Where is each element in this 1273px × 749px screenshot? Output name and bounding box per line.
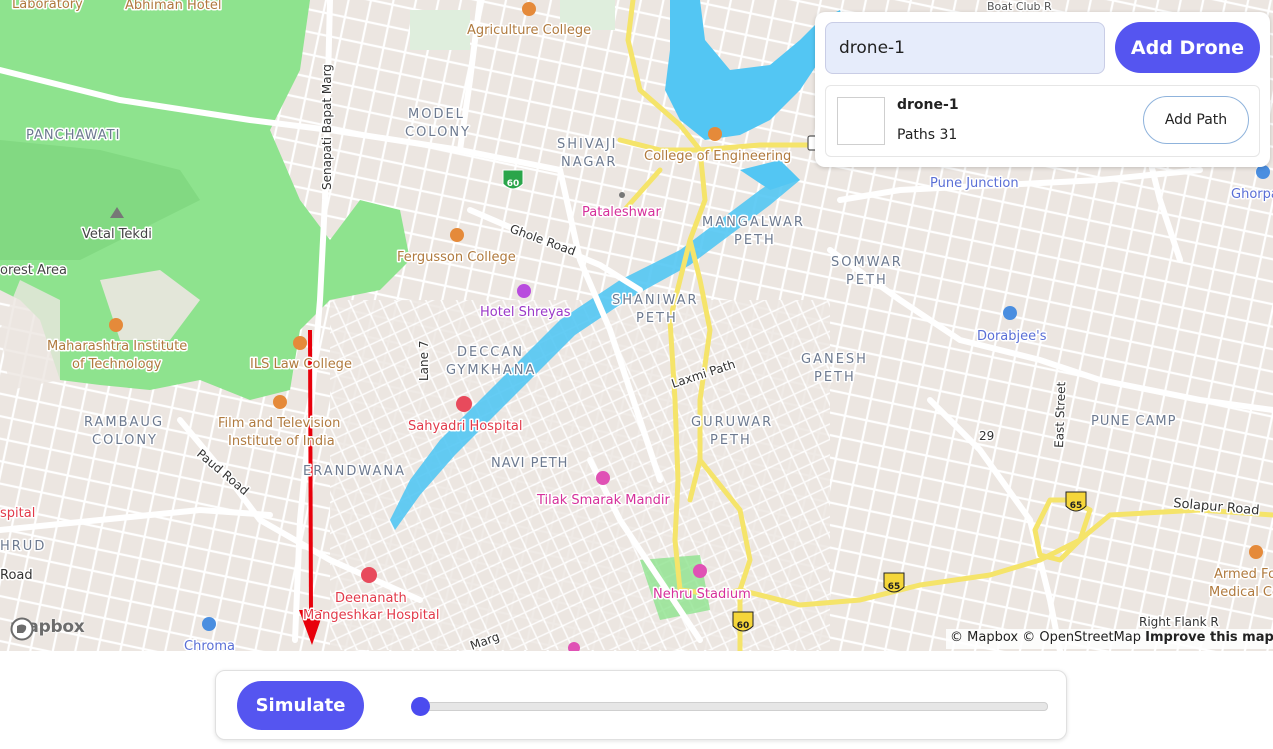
svg-text:65: 65 (888, 582, 901, 592)
map-label: MANGALWAR (702, 215, 805, 230)
map-label: Hotel Shreyas (480, 305, 571, 320)
map-label: Road (0, 568, 33, 583)
simulation-bar: Simulate (215, 670, 1067, 740)
svg-text:65: 65 (1070, 501, 1083, 511)
map-label: DECCAN (457, 345, 524, 360)
map-label: Right Flank R (1139, 615, 1219, 629)
map-label: COLONY (405, 125, 471, 140)
map-label: Fergusson College (397, 250, 516, 265)
attribution-text[interactable]: © Mapbox © OpenStreetMap (950, 630, 1141, 645)
map-attribution: © Mapbox © OpenStreetMap Improve this ma… (946, 629, 1273, 649)
map-label: spital (0, 506, 35, 521)
map-label: PETH (814, 370, 856, 385)
map-label: Tilak Smarak Mandir (536, 493, 671, 508)
improve-map-link[interactable]: Improve this map (1145, 630, 1273, 645)
map-label: Abhiman Hotel (125, 0, 221, 13)
map-label: COLONY (92, 433, 158, 448)
map-label: Lane 7 (417, 341, 431, 381)
map-label: PETH (846, 273, 888, 288)
map-label: PETH (636, 311, 678, 326)
map-label: Armed Fo (1214, 567, 1273, 582)
map-label: Sahyadri Hospital (408, 419, 523, 434)
map-label: PETH (710, 433, 752, 448)
svg-text:60: 60 (507, 179, 520, 189)
map-label: RAMBAUG (84, 415, 164, 430)
progress-slider-track[interactable] (411, 697, 1048, 716)
map-label: ERANDWANA (303, 464, 406, 479)
map-label: Vetal Tekdi (82, 227, 152, 242)
map-label: HRUD (0, 539, 46, 554)
map-label: Mangeshkar Hospital (303, 608, 439, 623)
map-label: 29 (979, 429, 994, 443)
mapbox-logo-icon (10, 617, 34, 641)
drone-panel: Add Drone drone-1 Paths 31 Add Path (815, 12, 1270, 167)
map-label: College of Engineering (644, 149, 791, 164)
map-label: NAVI PETH (491, 456, 568, 471)
map-label: SHANIWAR (612, 293, 699, 308)
map-label: Pune Junction (930, 176, 1019, 191)
map-label: Chroma (184, 639, 235, 651)
map-label: East Street (1052, 381, 1068, 448)
map-label: Medical Co (1209, 585, 1273, 600)
map-label: GYMKHANA (446, 363, 536, 378)
map-label: orest Area (0, 263, 67, 278)
map-label: PETH (734, 233, 776, 248)
drone-name: drone-1 (897, 97, 959, 113)
map-label: Film and Television (218, 416, 340, 431)
map-label: Ghorpa (1231, 187, 1273, 202)
drone-paths-count: Paths 31 (897, 127, 958, 143)
progress-slider-thumb[interactable] (411, 697, 430, 716)
map-label: Deenanath (335, 591, 407, 606)
map-label: of Technology (72, 357, 162, 372)
map-label: Nehru Stadium (653, 587, 751, 602)
map-label: NAGAR (561, 155, 617, 170)
add-path-button[interactable]: Add Path (1143, 96, 1249, 144)
map-label: Maharashtra Institute (47, 339, 187, 354)
map-label: Senapati Bapat Marg (320, 64, 334, 190)
drone-list-item[interactable]: drone-1 Paths 31 Add Path (825, 85, 1260, 157)
map-label: PUNE CAMP (1091, 414, 1176, 429)
drone-name-input[interactable] (825, 22, 1105, 74)
simulate-button[interactable]: Simulate (237, 681, 364, 730)
map-label: Pataleshwar (582, 205, 662, 220)
map-label: Dorabjee's (977, 329, 1047, 344)
map-label: Institute of India (228, 434, 335, 449)
map-label: ILS Law College (250, 357, 352, 372)
map-label: MODEL (408, 107, 465, 122)
map-label: GURUWAR (691, 415, 773, 430)
map-label: SOMWAR (831, 255, 903, 270)
map-label: GANESH (801, 352, 868, 367)
map-label: Laboratory (12, 0, 83, 12)
add-drone-button[interactable]: Add Drone (1115, 22, 1260, 73)
map-label: SHIVAJI (557, 137, 617, 152)
mapbox-logo[interactable]: mapbox (10, 617, 85, 641)
map-label: Agriculture College (467, 23, 591, 38)
map-label: PANCHAWATI (26, 128, 120, 143)
svg-text:60: 60 (737, 621, 750, 631)
drone-thumbnail (837, 97, 885, 145)
